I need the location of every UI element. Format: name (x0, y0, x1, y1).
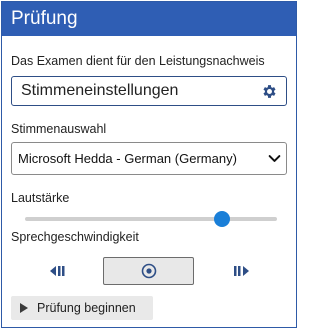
start-exam-button[interactable]: Prüfung beginnen (11, 296, 153, 320)
stop-button[interactable] (103, 257, 194, 285)
previous-button[interactable] (42, 257, 74, 285)
voice-settings-field[interactable]: Stimmeneinstellungen (11, 76, 287, 106)
volume-label: Lautstärke (11, 191, 70, 205)
panel-header: Prüfung (2, 2, 296, 36)
stop-circle-icon (141, 263, 156, 279)
voice-select[interactable]: Microsoft Hedda - German (Germany) (11, 142, 287, 175)
volume-track[interactable] (25, 217, 277, 221)
voice-select-value: Microsoft Hedda - German (Germany) (18, 151, 237, 166)
volume-slider[interactable] (25, 211, 277, 227)
voice-select-label: Stimmenauswahl (11, 122, 107, 136)
exam-panel: Prüfung Das Examen dient für den Leistun… (1, 1, 297, 328)
speed-label: Sprechgeschwindigkeit (11, 230, 139, 244)
panel-title: Prüfung (11, 8, 78, 29)
play-icon (20, 303, 28, 313)
skip-forward-icon (234, 266, 249, 276)
skip-back-icon (50, 266, 65, 276)
chevron-down-icon (268, 155, 281, 162)
next-button[interactable] (225, 257, 257, 285)
start-exam-label: Prüfung beginnen (37, 301, 136, 315)
gear-icon[interactable] (261, 83, 278, 100)
volume-thumb[interactable] (213, 211, 230, 227)
exam-description: Das Examen dient für den Leistungsnachwe… (11, 54, 265, 68)
voice-settings-text: Stimmeneinstellungen (21, 82, 179, 99)
